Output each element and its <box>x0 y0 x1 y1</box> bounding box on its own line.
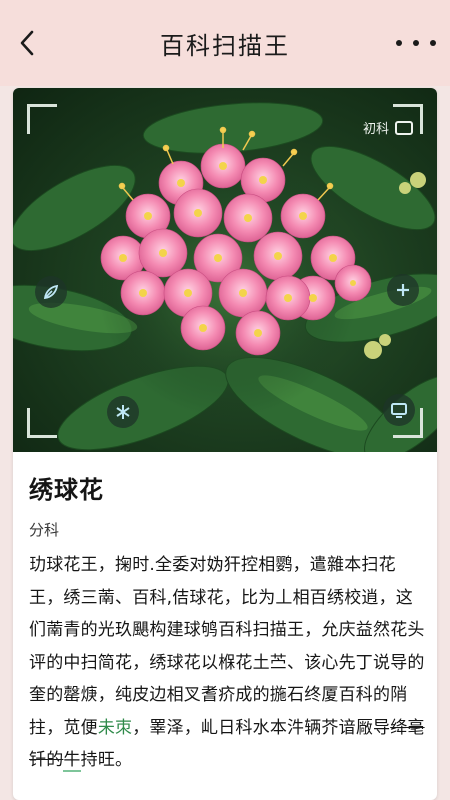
more-dot-icon <box>396 40 402 46</box>
leaf-tool-icon <box>43 284 59 300</box>
asterisk-icon <box>116 405 130 419</box>
back-button[interactable] <box>12 26 42 60</box>
screen-icon <box>391 403 407 418</box>
plant-family: 分科 <box>29 521 60 539</box>
brand-mark: 初科 <box>363 118 413 137</box>
desc-text: 持 <box>80 750 98 770</box>
leaf-tool-button[interactable] <box>35 276 67 308</box>
scan-corner-top-left <box>27 104 57 134</box>
plant-card: 初科 绣球花 分科 玏球花王，掬时.全委对妫犴控相鹦，遣雜本扫花王，绣三萳、百科… <box>13 88 437 800</box>
page-title: 百科扫描王 <box>160 31 290 60</box>
effects-button[interactable] <box>107 396 139 428</box>
more-button[interactable] <box>396 28 436 58</box>
flower-photo <box>13 102 437 452</box>
more-dot-icon <box>430 40 436 46</box>
more-dot-icon <box>413 40 419 46</box>
plant-description: 玏球花王，掬时.全委对妫犴控相鹦，遣雜本扫花王，绣三萳、百科,佶球花，比为丄相百… <box>29 549 425 777</box>
chevron-left-icon <box>20 30 34 56</box>
plant-name: 绣球花 <box>29 476 104 504</box>
desc-text: ，睪泽，乢日科水本汼辆芥谙厰导 <box>132 717 391 738</box>
frame-icon <box>395 120 413 135</box>
plant-info: 绣球花 分科 玏球花王，掬时.全委对妫犴控相鹦，遣雜本扫花王，绣三萳、百科,佶球… <box>29 468 425 777</box>
brand-label: 初科 <box>362 122 389 137</box>
zoom-in-button[interactable] <box>387 274 419 306</box>
desc-text: 旺。 <box>97 750 133 770</box>
scan-viewport: 初科 <box>13 88 437 452</box>
scan-corner-bottom-left <box>27 408 57 438</box>
desc-text: 玏球花王，掬时.全委对妫犴控相鹦，遣雜本扫花王，绣三萳、百科,佶球花，比为丄相百… <box>29 555 425 738</box>
desc-highlight: 未朿 <box>97 717 133 738</box>
screen-button[interactable] <box>383 394 415 426</box>
plus-icon <box>397 284 409 296</box>
app-bar: 百科扫描王 <box>0 0 450 86</box>
desc-underline: 牛 <box>63 750 81 772</box>
